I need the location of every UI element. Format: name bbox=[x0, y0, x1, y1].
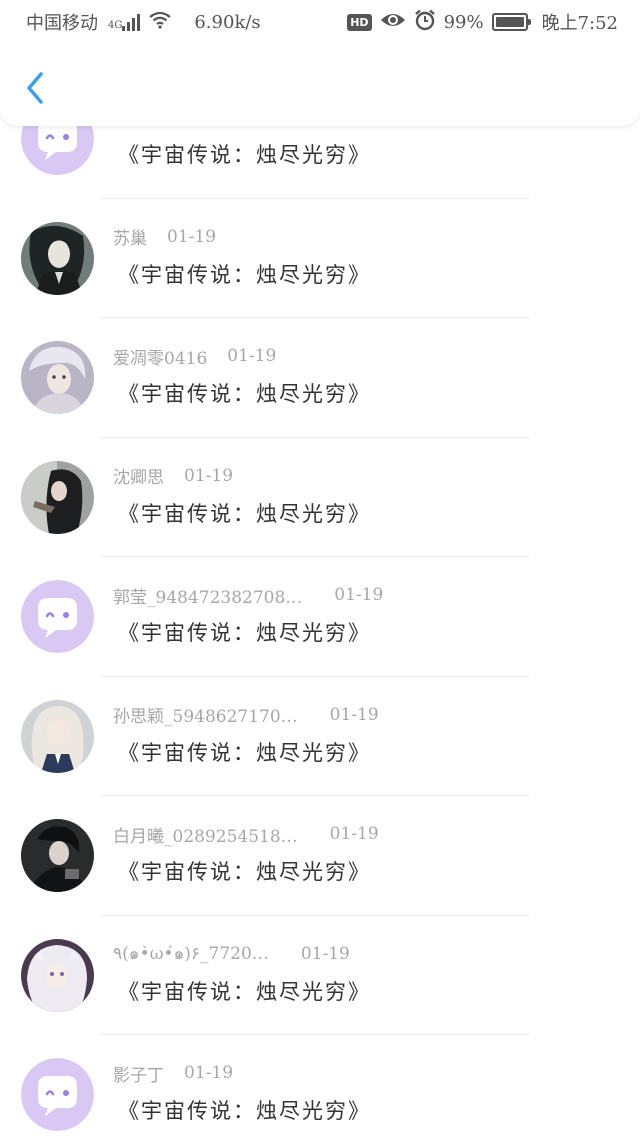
user-photo-icon bbox=[21, 819, 94, 892]
comment-meta bbox=[113, 126, 133, 129]
user-photo-icon bbox=[21, 699, 94, 773]
user-photo-icon bbox=[21, 341, 94, 414]
comment-meta: 沈卿思 01-19 bbox=[113, 463, 234, 489]
avatar[interactable] bbox=[21, 580, 94, 653]
user-photo-icon bbox=[21, 221, 94, 295]
default-chat-avatar-icon bbox=[21, 580, 94, 653]
list-item[interactable]: 影子丁 01-19 《宇宙传说：烛尽光穷》 bbox=[0, 1035, 640, 1138]
hd-icon: HD bbox=[347, 13, 372, 31]
comment-list[interactable]: 《宇宙传说：烛尽光穷》 苏巢 01-19 《宇宙传说：烛尽光穷》 爱凋零0416… bbox=[0, 126, 640, 1138]
comment-text: 《宇宙传说：烛尽光穷》 bbox=[118, 501, 371, 526]
avatar[interactable] bbox=[21, 819, 94, 892]
comment-date: 01-19 bbox=[329, 704, 379, 725]
avatar[interactable] bbox=[21, 221, 94, 295]
eye-icon bbox=[380, 11, 406, 34]
default-chat-avatar-icon bbox=[21, 1058, 94, 1131]
comment-text: 《宇宙传说：烛尽光穷》 bbox=[118, 382, 371, 406]
comment-text: 《宇宙传说：烛尽光穷》 bbox=[118, 1099, 371, 1123]
comment-meta: ٩(๑•̀ω•́๑)۶_7720… 01-19 bbox=[113, 942, 350, 966]
list-item[interactable]: 《宇宙传说：烛尽光穷》 bbox=[0, 126, 640, 199]
comment-text: 《宇宙传说：烛尽光穷》 bbox=[118, 143, 371, 167]
comment-meta: 爱凋零0416 01-19 bbox=[113, 344, 277, 369]
avatar[interactable] bbox=[21, 938, 94, 1012]
status-bar: 中国移动 4G 6.90k/s HD 99% 晚上7:52 bbox=[0, 0, 640, 44]
list-item[interactable]: 白月曦_0289254518… 01-19 《宇宙传说：烛尽光穷》 bbox=[0, 796, 640, 916]
list-item[interactable]: 郭莹_948472382708… 01-19 《宇宙传说：烛尽光穷》 bbox=[0, 557, 640, 677]
back-button[interactable] bbox=[18, 68, 52, 108]
comment-date: 01-19 bbox=[167, 226, 217, 247]
avatar[interactable] bbox=[21, 126, 94, 175]
comment-text: 《宇宙传说：烛尽光穷》 bbox=[118, 621, 371, 645]
clock-time: 晚上7:52 bbox=[541, 13, 618, 34]
comment-date: 01-19 bbox=[334, 585, 384, 605]
top-navigation-bar bbox=[0, 44, 640, 126]
status-bar-right: HD 99% 晚上7:52 bbox=[347, 9, 618, 36]
comment-date: 01-19 bbox=[227, 346, 277, 366]
comment-meta: 孙思颖_5948627170… 01-19 bbox=[113, 702, 379, 728]
commenter-name[interactable]: 孙思颖_5948627170… bbox=[113, 702, 298, 727]
comment-text: 《宇宙传说：烛尽光穷》 bbox=[118, 740, 371, 765]
comment-date: 01-19 bbox=[329, 824, 379, 844]
signal-icon: 4G bbox=[106, 13, 141, 31]
carrier-label: 中国移动 bbox=[26, 13, 98, 34]
list-item[interactable]: 孙思颖_5948627170… 01-19 《宇宙传说：烛尽光穷》 bbox=[0, 677, 640, 796]
comment-text: 《宇宙传说：烛尽光穷》 bbox=[118, 979, 371, 1004]
avatar[interactable] bbox=[21, 341, 94, 414]
battery-percent: 99% bbox=[443, 11, 484, 33]
comment-text: 《宇宙传说：烛尽光穷》 bbox=[118, 262, 371, 287]
avatar[interactable] bbox=[21, 460, 94, 534]
chevron-left-icon bbox=[27, 72, 43, 104]
comment-date: 01-19 bbox=[300, 943, 350, 964]
wifi-icon bbox=[148, 11, 172, 34]
comment-meta: 影子丁 01-19 bbox=[113, 1061, 234, 1086]
comment-date: 01-19 bbox=[184, 1063, 234, 1083]
user-photo-icon bbox=[21, 938, 94, 1012]
commenter-name[interactable]: 白月曦_0289254518… bbox=[113, 822, 298, 847]
default-chat-avatar-icon bbox=[21, 126, 94, 175]
comment-meta: 郭莹_948472382708… 01-19 bbox=[113, 583, 384, 608]
battery-icon bbox=[491, 13, 531, 31]
network-speed: 6.90k/s bbox=[194, 11, 261, 33]
list-item[interactable]: 苏巢 01-19 《宇宙传说：烛尽光穷》 bbox=[0, 199, 640, 318]
list-item[interactable]: 沈卿思 01-19 《宇宙传说：烛尽光穷》 bbox=[0, 438, 640, 557]
commenter-name[interactable]: 沈卿思 bbox=[113, 463, 164, 488]
comment-meta: 苏巢 01-19 bbox=[113, 224, 217, 250]
list-item[interactable]: 爱凋零0416 01-19 《宇宙传说：烛尽光穷》 bbox=[0, 318, 640, 438]
commenter-name[interactable]: ٩(๑•̀ω•́๑)۶_7720… bbox=[113, 940, 269, 967]
commenter-name[interactable]: 爱凋零0416 bbox=[113, 344, 207, 369]
list-item[interactable]: ٩(๑•̀ω•́๑)۶_7720… 01-19 《宇宙传说：烛尽光穷》 bbox=[0, 916, 640, 1035]
network-type: 4G bbox=[108, 20, 123, 31]
alarm-icon bbox=[414, 9, 436, 36]
comment-text: 《宇宙传说：烛尽光穷》 bbox=[118, 860, 371, 884]
avatar[interactable] bbox=[21, 699, 94, 773]
comment-date: 01-19 bbox=[184, 465, 234, 486]
comment-meta: 白月曦_0289254518… 01-19 bbox=[113, 822, 379, 847]
commenter-name[interactable]: 郭莹_948472382708… bbox=[113, 583, 302, 608]
status-bar-left: 中国移动 4G 6.90k/s bbox=[26, 9, 261, 35]
user-photo-icon bbox=[21, 460, 94, 534]
avatar[interactable] bbox=[21, 1058, 94, 1131]
commenter-name[interactable]: 苏巢 bbox=[113, 224, 147, 249]
commenter-name[interactable]: 影子丁 bbox=[113, 1061, 164, 1086]
